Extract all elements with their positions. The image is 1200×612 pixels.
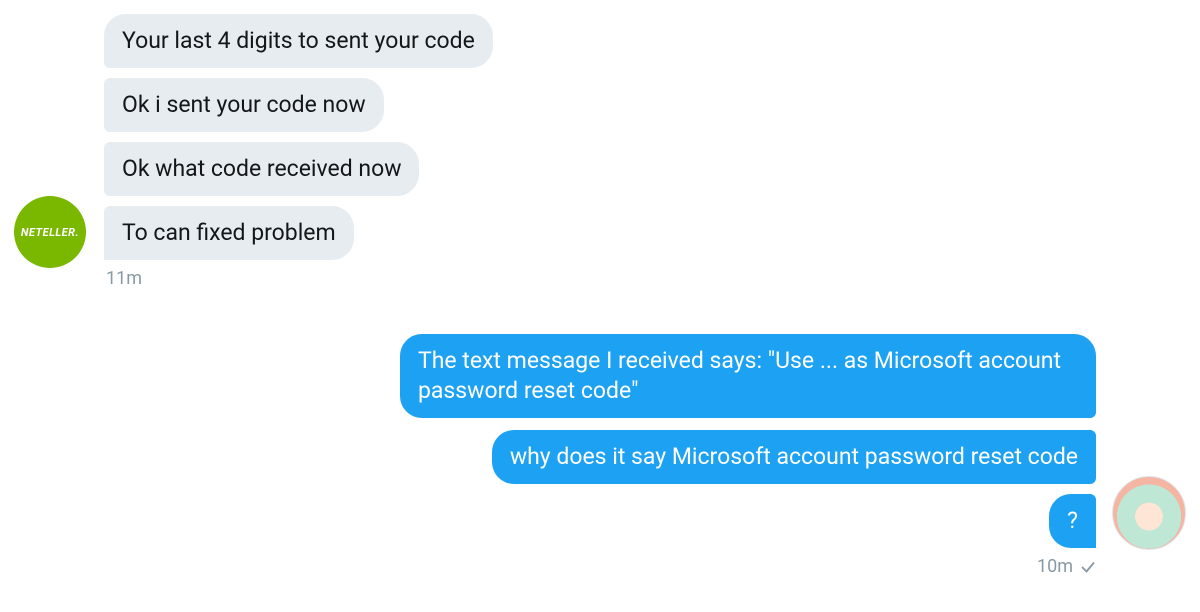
sent-bubble: ? [1049,494,1096,548]
received-message-row: Ok what code received now [104,142,419,196]
self-avatar[interactable] [1112,476,1186,550]
received-message-row: Ok i sent your code now [104,78,384,132]
received-message-row: To can fixed problem [104,206,354,260]
received-message-row: Your last 4 digits to sent your code [104,14,493,68]
chat-container: NETELLER. Your last 4 digits to sent you… [0,0,1200,612]
sent-bubble: why does it say Microsoft account passwo… [492,430,1096,484]
sent-bubble: The text message I received says: "Use .… [400,334,1096,418]
received-bubble: Ok i sent your code now [104,78,384,132]
sent-timestamp-row: 10m [1037,556,1097,577]
received-timestamp: 11m [106,268,142,289]
sent-message-row: why does it say Microsoft account passwo… [492,430,1096,484]
sent-message-row: ? [1049,494,1096,548]
received-bubble: Ok what code received now [104,142,419,196]
sent-message-row: The text message I received says: "Use .… [400,334,1096,418]
received-bubble: Your last 4 digits to sent your code [104,14,493,68]
sender-avatar[interactable]: NETELLER. [14,196,86,268]
sender-avatar-label: NETELLER. [21,226,79,239]
delivered-check-icon [1079,558,1097,576]
received-bubble: To can fixed problem [104,206,354,260]
sent-timestamp: 10m [1037,556,1073,577]
